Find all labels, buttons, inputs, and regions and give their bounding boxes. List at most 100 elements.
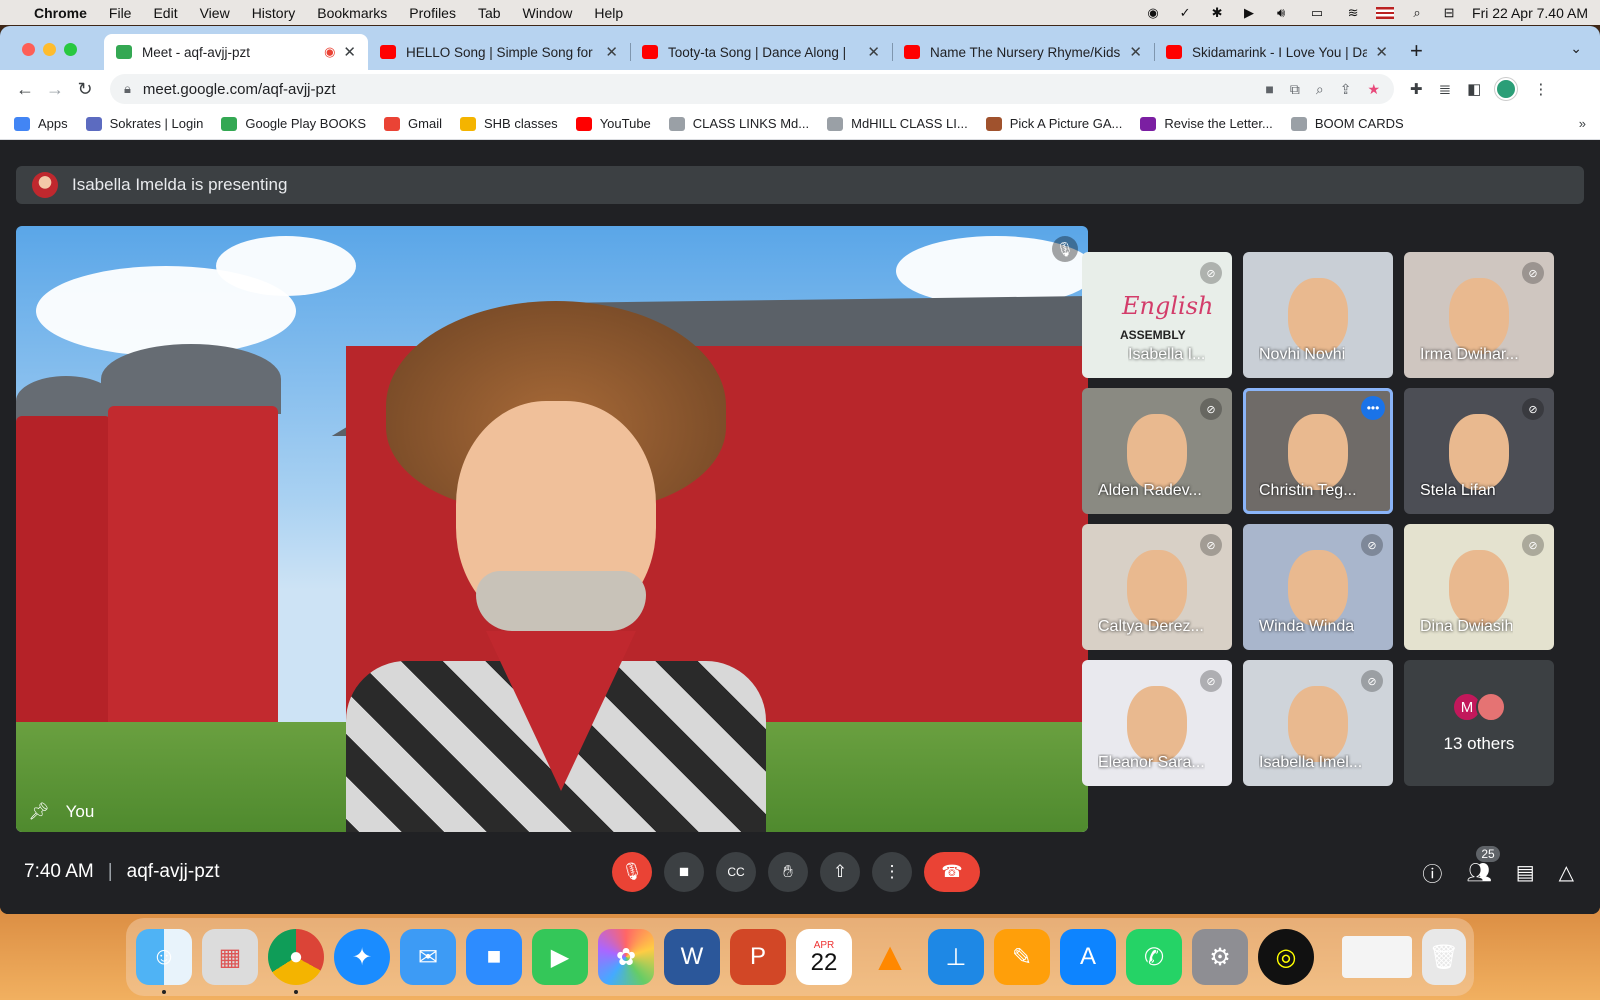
bookmark-gmail[interactable]: Gmail xyxy=(384,116,442,131)
tab-search-chevron-icon[interactable]: ⌄ xyxy=(1570,40,1582,57)
close-tab-icon[interactable]: ✕ xyxy=(343,43,356,61)
bookmark-sokrates[interactable]: Sokrates | Login xyxy=(85,116,203,131)
more-options-icon[interactable]: ••• xyxy=(1361,396,1385,420)
tab-meet[interactable]: Meet - aqf-avjj-pzt ◉ ✕ xyxy=(104,34,368,70)
more-options-button[interactable]: ⋮ xyxy=(872,852,912,892)
bookmark-mdhill-class[interactable]: MdHILL CLASS LI... xyxy=(827,116,968,131)
meeting-details-icon[interactable]: ⓘ xyxy=(1422,858,1442,887)
address-url[interactable]: meet.google.com/aqf-avjj-pzt xyxy=(143,81,336,98)
zoom-icon[interactable]: ⌕ xyxy=(1316,81,1324,98)
menu-window[interactable]: Window xyxy=(523,5,573,21)
minimized-window-icon[interactable] xyxy=(1342,936,1412,978)
side-panel-icon[interactable]: ◧ xyxy=(1467,80,1481,98)
mail-icon[interactable]: ✉︎ xyxy=(400,929,456,985)
menu-view[interactable]: View xyxy=(200,5,230,21)
menu-tab[interactable]: Tab xyxy=(478,5,501,21)
close-tab-icon[interactable]: ✕ xyxy=(1375,43,1388,61)
media-queue-icon[interactable]: ≣ xyxy=(1439,80,1452,98)
pages-icon[interactable]: ✎ xyxy=(994,929,1050,985)
participant-tile[interactable]: Novhi Novhi xyxy=(1243,252,1393,378)
profile-avatar[interactable] xyxy=(1495,78,1518,100)
bookmark-star-icon[interactable]: ★ xyxy=(1367,81,1380,98)
participant-tile[interactable]: ⊘ Winda Winda xyxy=(1243,524,1393,650)
forward-button[interactable]: → xyxy=(40,79,70,100)
mic-toggle-button[interactable]: 🎙︎ xyxy=(612,852,652,892)
participant-tile[interactable]: ⊘ Stela Lifan xyxy=(1404,388,1554,514)
safari-icon[interactable]: ✦ xyxy=(334,929,390,985)
menu-app-name[interactable]: Chrome xyxy=(34,5,87,21)
us-flag-icon[interactable] xyxy=(1376,6,1395,19)
menubar-datetime[interactable]: Fri 22 Apr 7.40 AM xyxy=(1472,5,1588,21)
present-screen-button[interactable]: ⇧ xyxy=(820,852,860,892)
trash-icon[interactable]: 🗑︎ xyxy=(1422,929,1466,985)
participant-tile[interactable]: ⊘ Isabella Imel... xyxy=(1243,660,1393,786)
chrome-icon[interactable]: ● xyxy=(268,929,324,994)
app-store-icon[interactable]: A xyxy=(1060,929,1116,985)
launchpad-icon[interactable]: ▦ xyxy=(202,929,258,985)
bookmark-boom-cards[interactable]: BOOM CARDS xyxy=(1290,116,1404,131)
raise-hand-button[interactable]: ✋︎ xyxy=(768,852,808,892)
battery-icon[interactable]: ▭ xyxy=(1304,5,1330,20)
open-external-icon[interactable]: ⧉ xyxy=(1290,81,1300,98)
lock-icon[interactable]: 🔒︎ xyxy=(124,81,131,97)
spotlight-search-icon[interactable]: ⌕ xyxy=(1408,5,1426,20)
menu-bookmarks[interactable]: Bookmarks xyxy=(317,5,387,21)
whatsapp-icon[interactable]: ✆ xyxy=(1126,929,1182,985)
captions-button[interactable]: CC xyxy=(716,852,756,892)
close-tab-icon[interactable]: ✕ xyxy=(867,43,880,61)
activities-icon[interactable]: △ xyxy=(1559,860,1574,885)
menu-help[interactable]: Help xyxy=(594,5,623,21)
menu-history[interactable]: History xyxy=(252,5,296,21)
bookmark-revise-letter[interactable]: Revise the Letter... xyxy=(1140,116,1273,131)
main-video-tile[interactable]: 🎙︎ 📌︎ You xyxy=(16,226,1088,832)
bookmarks-overflow-icon[interactable]: » xyxy=(1579,116,1586,131)
zoom-window-button[interactable] xyxy=(64,43,77,56)
system-preferences-icon[interactable]: ⚙︎ xyxy=(1192,929,1248,985)
participant-tile[interactable]: ⊘ Dina Dwiasih xyxy=(1404,524,1554,650)
status-app-icon[interactable]: ◉ xyxy=(1144,5,1162,20)
participant-tile[interactable]: ⊘ Caltya Derez... xyxy=(1082,524,1232,650)
volume-icon[interactable]: 🔊︎ xyxy=(1272,5,1290,20)
close-tab-icon[interactable]: ✕ xyxy=(605,43,618,61)
participant-tile-presentation[interactable]: English ASSEMBLY ⊘ Isabella I... xyxy=(1082,252,1232,378)
wifi-icon[interactable]: ≋ xyxy=(1344,5,1362,20)
new-tab-button[interactable]: + xyxy=(1410,38,1423,64)
tab-hello-song[interactable]: HELLO Song | Simple Song for ✕ xyxy=(368,34,630,70)
powerpoint-icon[interactable]: P xyxy=(730,929,786,985)
participant-tile[interactable]: ⊘ Irma Dwihar... xyxy=(1404,252,1554,378)
control-center-icon[interactable]: ⊟ xyxy=(1440,5,1458,20)
vlc-icon[interactable]: ▲ xyxy=(862,929,918,985)
camera-icon[interactable]: ■ xyxy=(1265,81,1273,98)
menu-file[interactable]: File xyxy=(109,5,132,21)
tab-skidamarink[interactable]: Skidamarink - I Love You | Danc ✕ xyxy=(1154,34,1400,70)
others-tile[interactable]: M 13 others xyxy=(1404,660,1554,786)
bookmark-apps[interactable]: Apps xyxy=(14,116,68,131)
zoom-icon[interactable]: ■ xyxy=(466,929,522,985)
bookmark-shb-classes[interactable]: SHB classes xyxy=(459,116,558,131)
chat-icon[interactable]: ▤ xyxy=(1516,860,1535,885)
tab-nursery-rhyme[interactable]: Name The Nursery Rhyme/Kids ✕ xyxy=(892,34,1154,70)
play-icon[interactable]: ▶ xyxy=(1240,5,1258,20)
share-icon[interactable]: ⇪ xyxy=(1340,81,1352,98)
screen-time-icon[interactable]: ✓ xyxy=(1176,5,1194,20)
calendar-icon[interactable]: APR 22 xyxy=(796,929,852,985)
keynote-icon[interactable]: ⊥ xyxy=(928,929,984,985)
minimize-window-button[interactable] xyxy=(43,43,56,56)
participant-tile[interactable]: ⊘ Alden Radev... xyxy=(1082,388,1232,514)
leave-call-button[interactable]: ☎︎ xyxy=(924,852,980,892)
back-button[interactable]: ← xyxy=(10,79,40,100)
bluetooth-icon[interactable]: ✱ xyxy=(1208,5,1226,20)
participant-tile[interactable]: ⊘ Eleanor Sara... xyxy=(1082,660,1232,786)
photos-icon[interactable]: ✿ xyxy=(598,929,654,985)
finder-icon[interactable]: ☺ xyxy=(136,929,192,994)
bookmark-google-play-books[interactable]: Google Play BOOKS xyxy=(221,116,366,131)
bookmark-youtube[interactable]: YouTube xyxy=(575,116,651,131)
menu-profiles[interactable]: Profiles xyxy=(409,5,456,21)
pin-icon[interactable]: 📌︎ xyxy=(28,802,50,822)
facetime-icon[interactable]: ▶ xyxy=(532,929,588,985)
extensions-icon[interactable]: ✚ xyxy=(1410,80,1423,98)
camera-toggle-button[interactable]: ■ xyxy=(664,852,704,892)
address-bar[interactable]: 🔒︎ meet.google.com/aqf-avjj-pzt ■ ⧉ ⌕ ⇪ … xyxy=(110,74,1394,104)
word-icon[interactable]: W xyxy=(664,929,720,985)
bookmark-pick-a-picture[interactable]: Pick A Picture GA... xyxy=(985,116,1122,131)
